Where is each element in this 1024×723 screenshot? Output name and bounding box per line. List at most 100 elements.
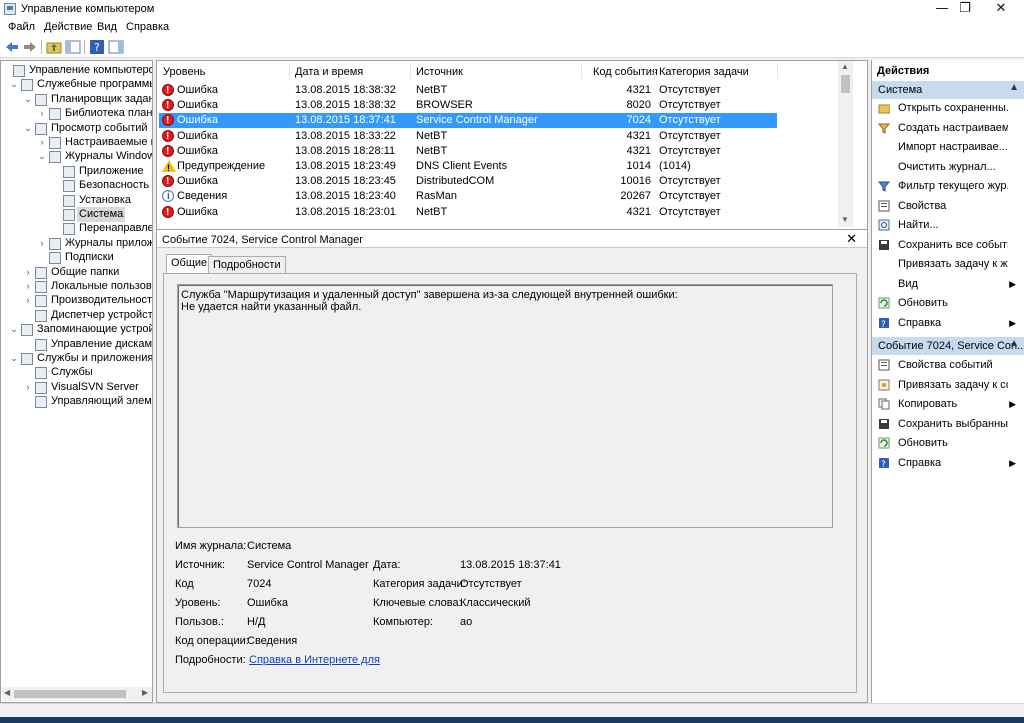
up-folder-icon[interactable]: [46, 39, 62, 55]
chevron-down-icon[interactable]: ⌄: [37, 149, 47, 164]
close-button[interactable]: ✕: [978, 0, 1024, 18]
column-level[interactable]: Уровень: [163, 66, 205, 78]
chevron-down-icon[interactable]: ⌄: [9, 322, 19, 337]
column-source[interactable]: Источник: [416, 66, 463, 78]
chevron-right-icon[interactable]: ›: [37, 236, 47, 251]
action-item-label: Сохранить выбранны...: [898, 417, 1008, 430]
show-hide-tree-icon[interactable]: [65, 39, 81, 55]
action-item[interactable]: Очистить журнал...: [872, 158, 1024, 176]
events-table: Уровень Дата и время Источник Код событи…: [157, 61, 853, 227]
forward-arrow-icon[interactable]: [22, 39, 38, 55]
task-category-value: Отсутствует: [460, 578, 522, 590]
cell-date: 13.08.2015 18:23:45: [295, 175, 396, 188]
computer-label: Компьютер:: [373, 616, 433, 628]
chevron-down-icon[interactable]: ⌄: [23, 92, 33, 107]
tree-horizontal-scrollbar[interactable]: ◀ ▶: [2, 687, 152, 701]
table-row[interactable]: Ошибка 13.08.2015 18:33:22 NetBT 4321 Отсутс…: [159, 129, 777, 144]
action-item[interactable]: Найти...: [872, 216, 1024, 234]
action-item[interactable]: Сохранить выбранны...: [872, 415, 1024, 433]
keywords-label: Ключевые слова:: [373, 597, 462, 609]
tree-node-icon: [35, 309, 47, 322]
action-item[interactable]: Вид ▶: [872, 275, 1024, 293]
action-item[interactable]: Импорт настраивае...: [872, 138, 1024, 156]
actions-section-system[interactable]: Система ▲: [872, 81, 1024, 99]
menu-help[interactable]: Справка: [126, 21, 169, 33]
column-event-id[interactable]: Код события: [593, 66, 658, 78]
window-title: Управление компьютером: [21, 3, 155, 15]
action-item[interactable]: ? Справка ▶: [872, 454, 1024, 472]
action-item[interactable]: Привязать задачу к жу...: [872, 255, 1024, 273]
action-item[interactable]: Свойства: [872, 197, 1024, 215]
table-row[interactable]: Ошибка 13.08.2015 18:38:32 BROWSER 8020 Отсу…: [159, 98, 777, 113]
tree-node-icon: [35, 396, 47, 409]
chevron-right-icon[interactable]: ›: [23, 293, 33, 308]
table-row[interactable]: Ошибка 13.08.2015 18:38:32 NetBT 4321 Отсутс…: [159, 83, 777, 98]
tree-item-label: Приложение: [79, 164, 144, 177]
action-item[interactable]: Привязать задачу к со...: [872, 376, 1024, 394]
cell-code: 20267: [620, 190, 651, 203]
table-row[interactable]: Предупреждение 13.08.2015 18:23:49 DNS Cli…: [159, 159, 777, 176]
tree-node-icon: [63, 223, 75, 236]
action-item-label: Копировать: [898, 398, 958, 410]
tab-general[interactable]: Общие: [166, 254, 213, 274]
chevron-right-icon[interactable]: ›: [37, 106, 47, 121]
table-row[interactable]: Ошибка 13.08.2015 18:37:41 Service Control…: [159, 113, 777, 129]
event-detail-title: Событие 7024, Service Control Manager: [162, 234, 363, 246]
events-table-scrollbar[interactable]: ▲ ▼: [838, 61, 853, 227]
chevron-down-icon[interactable]: ⌄: [23, 121, 33, 136]
tree-node-icon: [35, 281, 47, 293]
action-item[interactable]: Обновить: [872, 434, 1024, 452]
error-icon: [162, 205, 174, 220]
table-row[interactable]: Ошибка 13.08.2015 18:23:01 NetBT 4321 Отсутс…: [159, 205, 777, 220]
cell-code: 4321: [626, 129, 651, 142]
chevron-down-icon[interactable]: ⌄: [9, 351, 19, 366]
event-properties-icon: [878, 359, 890, 371]
action-item[interactable]: Копировать ▶: [872, 395, 1024, 413]
tab-details[interactable]: Подробности: [208, 256, 286, 274]
action-item-label: Справка: [898, 456, 942, 469]
menu-file[interactable]: Файл: [8, 21, 35, 33]
show-hide-action-pane-icon[interactable]: [108, 39, 124, 55]
submenu-arrow-icon: ▶: [1009, 399, 1016, 409]
action-item[interactable]: Обновить: [872, 294, 1024, 312]
help-icon[interactable]: ?: [89, 39, 105, 55]
tree-item-label: Просмотр событий: [51, 121, 148, 134]
center-pane: Уровень Дата и время Источник Код событи…: [156, 60, 868, 703]
event-id-label: Код: [175, 578, 194, 590]
back-arrow-icon[interactable]: [4, 39, 20, 55]
chevron-right-icon[interactable]: ›: [23, 265, 33, 280]
computer-management-icon: [4, 3, 16, 15]
help-icon: ?: [879, 457, 889, 469]
tree-item-label: Локальные пользовате: [51, 280, 152, 292]
cell-category: Отсутствует: [659, 129, 721, 142]
menu-view[interactable]: Вид: [97, 21, 117, 33]
action-item[interactable]: Сохранить все событи...: [872, 236, 1024, 254]
chevron-right-icon[interactable]: ›: [23, 279, 33, 294]
actions-section-event[interactable]: Событие 7024, Service Con... ▲: [872, 337, 1024, 355]
action-item[interactable]: Открыть сохраненны...: [872, 99, 1024, 117]
cell-source: BROWSER: [416, 99, 473, 112]
event-message-box[interactable]: Служба "Маршрутизация и удаленный доступ…: [177, 284, 833, 528]
tree-node-icon: [35, 266, 47, 279]
tree-item-label: Диспетчер устройств: [51, 308, 153, 321]
action-item[interactable]: Свойства событий: [872, 356, 1024, 374]
action-item[interactable]: ? Справка ▶: [872, 314, 1024, 332]
close-detail-button[interactable]: ✕: [846, 231, 857, 247]
action-item[interactable]: Фильтр текущего жур...: [872, 177, 1024, 195]
action-item[interactable]: Создать настраиваем...: [872, 119, 1024, 137]
properties-icon: [878, 200, 890, 211]
find-icon: [878, 219, 890, 231]
online-help-link[interactable]: Справка в Интернете для: [249, 654, 380, 666]
menu-action[interactable]: Действие: [44, 21, 92, 33]
chevron-right-icon[interactable]: ›: [37, 135, 47, 150]
cell-source: NetBT: [416, 205, 448, 218]
refresh-icon: [878, 297, 890, 309]
column-date[interactable]: Дата и время: [295, 66, 363, 78]
action-item-label: Свойства: [898, 199, 947, 212]
chevron-down-icon[interactable]: ⌄: [9, 77, 19, 92]
table-row[interactable]: Ошибка 13.08.2015 18:23:45 DistributedCOM 1…: [159, 174, 777, 189]
chevron-right-icon[interactable]: ›: [23, 380, 33, 395]
table-row[interactable]: Ошибка 13.08.2015 18:28:11 NetBT 4321 Отсутс…: [159, 144, 777, 159]
table-row[interactable]: Сведения 13.08.2015 18:23:40 RasMan 20267 От…: [159, 189, 777, 204]
column-task-category[interactable]: Категория задачи: [659, 66, 749, 78]
